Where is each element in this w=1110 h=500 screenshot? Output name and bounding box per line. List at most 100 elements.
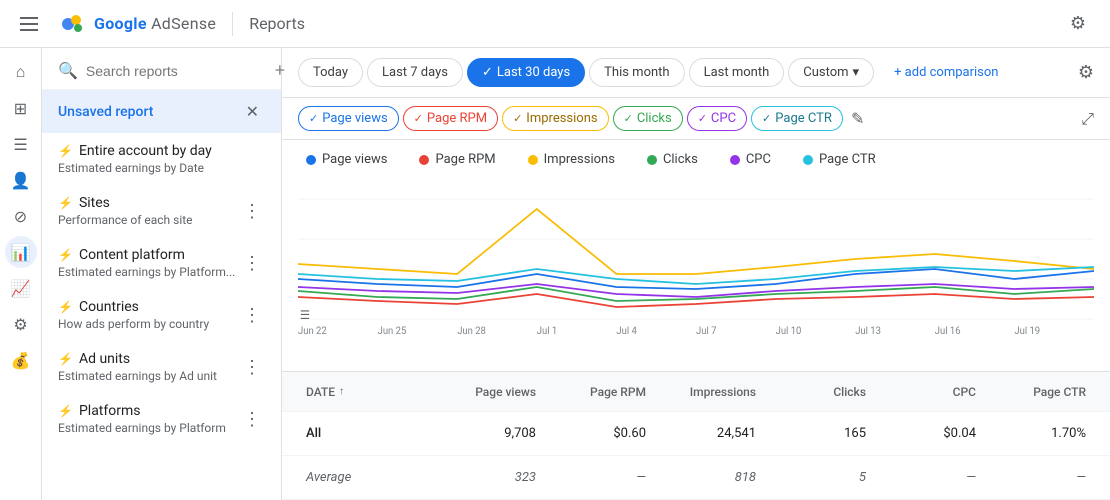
legend-dot-pageviews <box>306 155 316 165</box>
edit-metrics-icon[interactable]: ✎ <box>851 109 864 128</box>
logo-icon <box>58 10 86 38</box>
sidebar-icon-trends[interactable]: 📈 <box>5 272 37 304</box>
more-button[interactable]: ⋮ <box>239 251 265 276</box>
sidebar-icon-pages[interactable]: ⊞ <box>5 92 37 124</box>
report-item-content-platform[interactable]: ⚡ Content platform Estimated earnings by… <box>42 237 281 289</box>
row-all-impressions: 24,541 <box>646 426 756 441</box>
report-icon: ⚡ <box>58 352 73 366</box>
filter-settings-icon[interactable]: ⚙ <box>1078 62 1094 83</box>
header-pagerpm[interactable]: Page RPM <box>536 385 646 399</box>
table-header: DATE ↑ Page views Page RPM Impressions C… <box>282 372 1110 412</box>
header-pageviews[interactable]: Page views <box>426 385 536 399</box>
report-item-left: ⚡ Platforms Estimated earnings by Platfo… <box>58 403 226 435</box>
report-desc: Estimated earnings by Platform... <box>58 265 235 279</box>
reports-panel: 🔍 + Unsaved report ✕ ⚡ Entire account by… <box>42 48 282 500</box>
sidebar-icon-home[interactable]: ⌂ <box>5 56 37 88</box>
sidebar-icon-settings[interactable]: ⚙ <box>5 308 37 340</box>
report-item-left: ⚡ Content platform Estimated earnings by… <box>58 247 235 279</box>
report-icon: ⚡ <box>58 248 73 262</box>
settings-icon[interactable]: ⚙ <box>1062 5 1094 42</box>
check-icon: ✓ <box>513 112 522 125</box>
report-icon: ⚡ <box>58 300 73 314</box>
legend-bar: Page views Page RPM Impressions Clicks C… <box>282 140 1110 179</box>
header-cpc[interactable]: CPC <box>866 385 976 399</box>
logo-text: Google AdSense <box>94 14 216 33</box>
report-icon: ⚡ <box>58 144 73 158</box>
legend-item-clicks: Clicks <box>647 152 698 167</box>
metric-label: Page RPM <box>427 111 487 126</box>
close-unsaved-button[interactable]: ✕ <box>240 100 265 123</box>
report-item-ad-units[interactable]: ⚡ Ad units Estimated earnings by Ad unit… <box>42 341 281 393</box>
metric-chip-pageviews[interactable]: ✓ Page views <box>298 106 399 131</box>
sidebar-icon-reports[interactable]: 📊 <box>5 236 37 268</box>
svg-text:Jun 22: Jun 22 <box>298 326 327 337</box>
check-icon: ✓ <box>698 112 707 125</box>
metric-chip-clicks[interactable]: ✓ Clicks <box>613 106 683 131</box>
row-all-pageviews: 9,708 <box>426 426 536 441</box>
report-name: ⚡ Platforms <box>58 403 226 419</box>
header-date[interactable]: DATE ↑ <box>306 385 426 399</box>
legend-label: Page views <box>322 152 387 167</box>
legend-dot-clicks <box>647 155 657 165</box>
svg-text:Jul 19: Jul 19 <box>1014 326 1040 337</box>
more-button[interactable]: ⋮ <box>239 199 265 224</box>
row-all-cpc: $0.04 <box>866 426 976 441</box>
row-all-pagerpm: $0.60 <box>536 426 646 441</box>
chart-svg: Jun 22 Jun 25 Jun 28 Jul 1 Jul 4 Jul 7 J… <box>298 179 1094 339</box>
nav-title: Reports <box>249 14 305 33</box>
report-desc: How ads perform by country <box>58 317 209 331</box>
metric-chip-pagectr[interactable]: ✓ Page CTR <box>751 106 843 131</box>
last30-button[interactable]: ✓ Last 30 days <box>467 58 585 87</box>
sidebar-icon-money[interactable]: 💰 <box>5 344 37 376</box>
add-comparison-button[interactable]: + add comparison <box>886 59 1006 86</box>
logo: Google AdSense <box>58 10 216 38</box>
legend-dot-pagectr <box>803 155 813 165</box>
svg-text:Jul 16: Jul 16 <box>935 326 961 337</box>
hamburger-menu[interactable] <box>16 13 42 35</box>
more-button[interactable]: ⋮ <box>239 303 265 328</box>
report-icon: ⚡ <box>58 404 73 418</box>
last7-button[interactable]: Last 7 days <box>367 58 463 87</box>
report-name: ⚡ Content platform <box>58 247 235 263</box>
unsaved-report-item[interactable]: Unsaved report ✕ <box>42 90 281 133</box>
report-item-entire-account[interactable]: ⚡ Entire account by day Estimated earnin… <box>42 133 281 185</box>
today-button[interactable]: Today <box>298 58 363 87</box>
lastmonth-button[interactable]: Last month <box>689 58 785 87</box>
report-desc: Estimated earnings by Platform <box>58 421 226 435</box>
row-avg-date: Average <box>306 470 426 485</box>
sidebar-icon-content[interactable]: ☰ <box>5 128 37 160</box>
header-impressions[interactable]: Impressions <box>646 385 756 399</box>
report-item-platforms[interactable]: ⚡ Platforms Estimated earnings by Platfo… <box>42 393 281 445</box>
row-avg-cpc: — <box>866 470 976 485</box>
svg-text:Jul 1: Jul 1 <box>537 326 557 337</box>
thismonth-button[interactable]: This month <box>589 58 684 87</box>
sidebar-icon-block[interactable]: ⊘ <box>5 200 37 232</box>
header-pagectr[interactable]: Page CTR <box>976 385 1086 399</box>
metric-chip-pagerpm[interactable]: ✓ Page RPM <box>403 106 498 131</box>
metric-chip-cpc[interactable]: ✓ CPC <box>687 106 747 131</box>
report-item-countries[interactable]: ⚡ Countries How ads perform by country ⋮ <box>42 289 281 341</box>
more-button[interactable]: ⋮ <box>239 355 265 380</box>
report-desc: Estimated earnings by Date <box>58 161 212 175</box>
expand-chart-icon[interactable]: ⤢ <box>1081 109 1094 129</box>
report-item-sites[interactable]: ⚡ Sites Performance of each site ⋮ <box>42 185 281 237</box>
metric-label: Impressions <box>526 111 597 126</box>
metric-chip-impressions[interactable]: ✓ Impressions <box>502 106 609 131</box>
more-button[interactable]: ⋮ <box>239 407 265 432</box>
svg-text:Jun 25: Jun 25 <box>378 326 407 337</box>
legend-dot-pagerpm <box>419 155 429 165</box>
legend-label: Impressions <box>544 152 615 167</box>
report-icon: ⚡ <box>58 196 73 210</box>
custom-button[interactable]: Custom ▾ <box>788 58 874 87</box>
search-input[interactable] <box>86 63 267 79</box>
metric-label: Clicks <box>637 111 672 126</box>
check-icon: ✓ <box>414 112 423 125</box>
check-icon: ✓ <box>309 112 318 125</box>
legend-label: CPC <box>746 152 771 167</box>
report-name: ⚡ Entire account by day <box>58 143 212 159</box>
unsaved-report-name: Unsaved report <box>58 104 153 120</box>
table-row-average: Average 323 — 818 5 — — <box>282 456 1110 500</box>
header-clicks[interactable]: Clicks <box>756 385 866 399</box>
sidebar-icon-people[interactable]: 👤 <box>5 164 37 196</box>
check-icon: ✓ <box>762 112 771 125</box>
